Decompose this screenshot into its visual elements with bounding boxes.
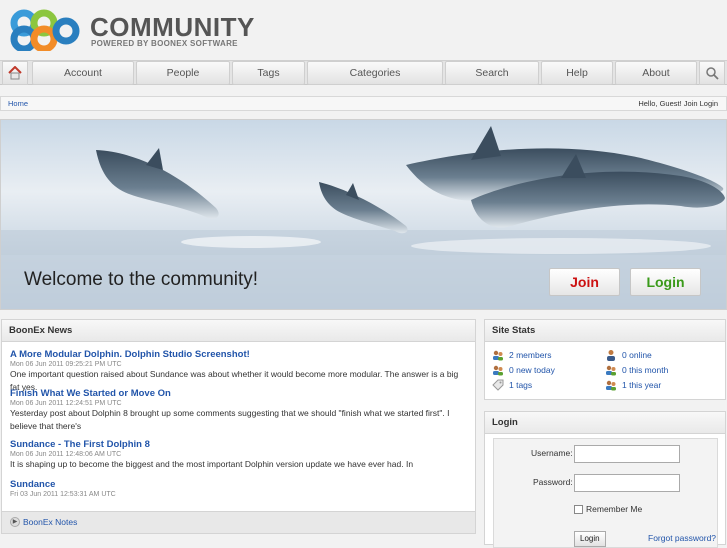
remember-me-label: Remember Me (586, 504, 643, 514)
news-box: BoonEx News A More Modular Dolphin. Dolp… (1, 319, 476, 534)
arrow-right-icon: ▶ (10, 517, 20, 527)
tag-icon (492, 379, 504, 391)
stat-this-month-link[interactable]: 0 this month (622, 365, 668, 375)
stat-this-year-link[interactable]: 1 this year (622, 380, 661, 390)
stat-online-link[interactable]: 0 online (622, 350, 652, 360)
main-nav: Account People Tags Categories Search He… (0, 60, 727, 85)
month-members-icon (606, 365, 616, 376)
news-item-title-link[interactable]: A More Modular Dolphin. Dolphin Studio S… (10, 349, 470, 360)
join-button[interactable]: Join (549, 268, 620, 296)
greeting-join-link[interactable]: Join (684, 99, 698, 108)
password-label: Password: (533, 477, 573, 487)
home-icon (8, 66, 22, 80)
news-item: Finish What We Started or Move On Mon 06… (10, 388, 470, 433)
boonex-notes-link[interactable]: BoonEx Notes (23, 517, 77, 527)
site-header: COMMUNITY POWERED BY BOONEX SOFTWARE (0, 0, 727, 58)
nav-categories[interactable]: Categories (307, 61, 443, 85)
welcome-heading: Welcome to the community! (24, 269, 259, 290)
breadcrumb: Home Hello, Guest! Join Login (0, 96, 727, 111)
news-item: Sundance - The First Dolphin 8 Mon 06 Ju… (10, 439, 470, 471)
nav-about[interactable]: About (615, 61, 697, 85)
nav-people[interactable]: People (136, 61, 230, 85)
new-members-icon (493, 365, 503, 376)
nav-search-button[interactable] (699, 61, 725, 85)
login-form: Username: Password: Remember Me Login Fo… (493, 438, 718, 548)
news-item-date: Fri 03 Jun 2011 12:53:31 AM UTC (10, 491, 116, 498)
username-label: Username: (531, 448, 573, 458)
nav-search[interactable]: Search (445, 61, 539, 85)
greeting-bar: Hello, Guest! Join Login (638, 97, 718, 110)
stat-tags-link[interactable]: 1 tags (509, 380, 532, 390)
news-item: Sundance Fri 03 Jun 2011 12:53:31 AM UTC (10, 479, 116, 498)
greeting-text: Hello, Guest! (638, 99, 682, 108)
login-button[interactable]: Login (630, 268, 701, 296)
nav-account[interactable]: Account (32, 61, 134, 85)
site-logo[interactable]: COMMUNITY POWERED BY BOONEX SOFTWARE (10, 9, 254, 51)
brand-tagline: POWERED BY BOONEX SOFTWARE (91, 39, 238, 48)
password-input[interactable] (574, 474, 680, 492)
news-footer: ▶ BoonEx Notes (2, 511, 475, 533)
search-icon (706, 67, 719, 80)
online-user-icon (607, 350, 615, 361)
nav-home-button[interactable] (2, 61, 28, 85)
news-item-title-link[interactable]: Sundance (10, 479, 116, 490)
news-item-snippet: Yesterday post about Dolphin 8 brought u… (10, 408, 450, 431)
forgot-password-link[interactable]: Forgot password? (648, 533, 716, 543)
site-stats-box: Site Stats 2 members 0 online 0 new toda… (484, 319, 726, 400)
news-item-snippet: It is shaping up to become the biggest a… (10, 459, 414, 469)
stat-new-today-link[interactable]: 0 new today (509, 365, 555, 375)
login-box: Login Username: Password: Remember Me Lo… (484, 411, 726, 548)
news-box-title: BoonEx News (2, 320, 475, 342)
login-box-title: Login (485, 412, 725, 434)
username-input[interactable] (574, 445, 680, 463)
site-stats-title: Site Stats (485, 320, 725, 342)
news-item-date: Mon 06 Jun 2011 09:25:21 PM UTC (10, 361, 122, 368)
news-item-title-link[interactable]: Sundance - The First Dolphin 8 (10, 439, 470, 450)
nav-help[interactable]: Help (541, 61, 613, 85)
breadcrumb-home-link[interactable]: Home (8, 97, 28, 110)
news-item-date: Mon 06 Jun 2011 12:24:51 PM UTC (10, 400, 122, 407)
community-logo-icon (10, 9, 80, 51)
greeting-login-link[interactable]: Login (700, 99, 718, 108)
members-icon (493, 350, 503, 361)
remember-me-checkbox[interactable] (574, 505, 583, 514)
nav-tags[interactable]: Tags (232, 61, 305, 85)
news-item-date: Mon 06 Jun 2011 12:48:06 AM UTC (10, 451, 122, 458)
stat-members-link[interactable]: 2 members (509, 350, 552, 360)
welcome-banner: Welcome to the community! Join Login (0, 119, 727, 310)
year-members-icon (606, 380, 616, 391)
news-item-title-link[interactable]: Finish What We Started or Move On (10, 388, 470, 399)
